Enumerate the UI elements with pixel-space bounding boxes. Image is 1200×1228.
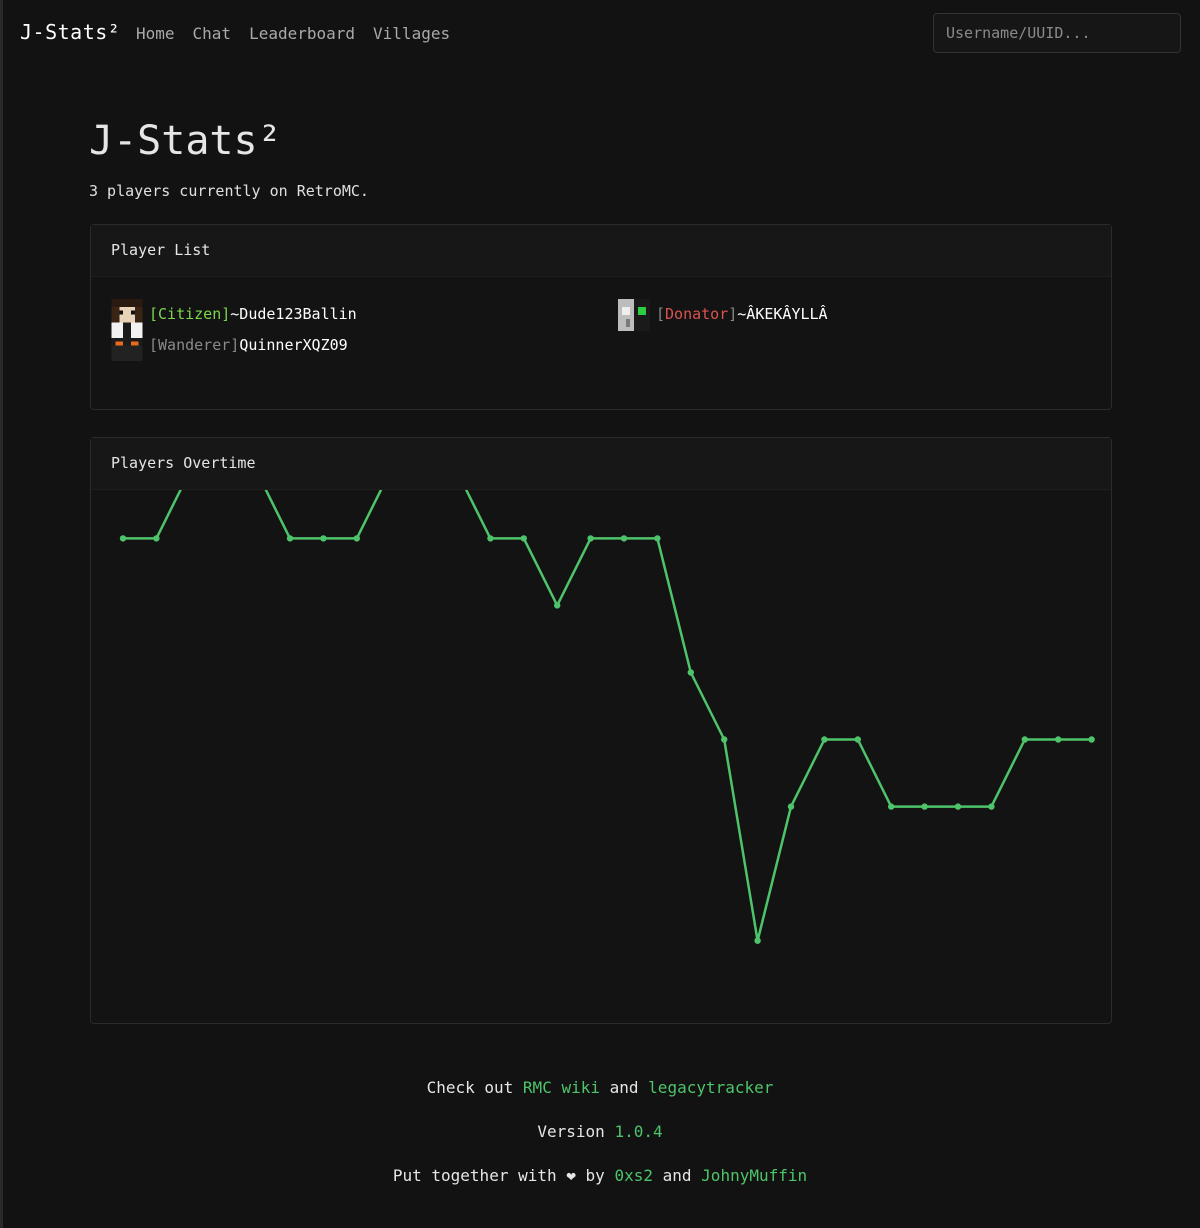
footer-by: by	[585, 1166, 605, 1185]
data-point[interactable]	[620, 535, 628, 542]
player-list-title: Player List	[91, 225, 1111, 277]
nav-links: Home Chat Leaderboard Villages	[136, 24, 450, 43]
player-entry[interactable]: [Donator]~ÂKEKÂYLLÂ	[656, 305, 828, 323]
data-point[interactable]	[1021, 736, 1028, 743]
players-chart-card: Players Overtime	[90, 437, 1112, 1024]
rank-bracket: ]	[221, 305, 231, 323]
data-point[interactable]	[787, 803, 795, 810]
series-points	[119, 535, 1095, 944]
player-group-left: [Citizen]~Dude123Ballin [Wanderer]Quinne…	[111, 299, 591, 363]
data-point[interactable]	[821, 736, 828, 743]
player-rank: Citizen	[158, 305, 222, 323]
footer-and: and	[609, 1078, 639, 1097]
data-point[interactable]	[921, 803, 928, 810]
data-point[interactable]	[721, 736, 728, 743]
author-0xs2-link[interactable]: 0xs2	[614, 1166, 653, 1185]
data-point[interactable]	[1055, 736, 1062, 743]
nav-leaderboard[interactable]: Leaderboard	[249, 24, 355, 43]
search-input[interactable]	[933, 13, 1181, 53]
page-title: J-Stats²	[89, 118, 282, 164]
data-point[interactable]	[520, 535, 527, 542]
player-list-card: Player List [Citizen]~Dude123Ballin [Wan…	[90, 224, 1112, 410]
data-point[interactable]	[754, 937, 761, 944]
data-point[interactable]	[654, 535, 661, 542]
chart-title: Players Overtime	[91, 438, 1111, 490]
data-point[interactable]	[888, 803, 895, 810]
player-avatar[interactable]	[111, 299, 143, 361]
player-rank: Wanderer	[158, 336, 231, 354]
footer-and: and	[662, 1166, 692, 1185]
footer-check-out: Check out	[426, 1078, 514, 1097]
data-point[interactable]	[988, 803, 995, 810]
heart-icon: ❤	[566, 1166, 576, 1185]
data-point[interactable]	[153, 535, 160, 542]
data-point[interactable]	[554, 602, 561, 609]
author-johnymuffin-link[interactable]: JohnyMuffin	[701, 1166, 807, 1185]
data-point[interactable]	[119, 535, 127, 542]
rank-bracket: ]	[728, 305, 738, 323]
rank-bracket: [	[149, 336, 159, 354]
data-point[interactable]	[286, 535, 294, 542]
legacytracker-link[interactable]: legacytracker	[648, 1078, 773, 1097]
player-name: ~Dude123Ballin	[230, 305, 357, 323]
rank-bracket: ]	[230, 336, 240, 354]
window-edge	[0, 0, 3, 1228]
rank-bracket: [	[149, 305, 159, 323]
data-point[interactable]	[954, 803, 962, 810]
rmc-wiki-link[interactable]: RMC wiki	[523, 1078, 600, 1097]
nav-villages[interactable]: Villages	[373, 24, 450, 43]
navbar: J-Stats² Home Chat Leaderboard Villages	[0, 0, 1200, 68]
nav-home[interactable]: Home	[136, 24, 175, 43]
version-link[interactable]: 1.0.4	[614, 1122, 662, 1141]
nav-chat[interactable]: Chat	[193, 24, 232, 43]
brand-logo[interactable]: J-Stats²	[20, 20, 120, 44]
footer-links-line: Check out RMC wiki and legacytracker	[0, 1078, 1200, 1097]
rank-bracket: [	[656, 305, 666, 323]
version-label: Version	[537, 1122, 605, 1141]
player-group-right: [Donator]~ÂKEKÂYLLÂ	[618, 299, 1098, 363]
footer-version-line: Version 1.0.4	[0, 1122, 1200, 1141]
online-count: 3 players currently on RetroMC.	[89, 182, 369, 200]
data-point[interactable]	[487, 535, 494, 542]
data-point[interactable]	[854, 736, 861, 743]
player-entry[interactable]: [Wanderer]QuinnerXQZ09	[149, 336, 348, 354]
player-name: QuinnerXQZ09	[239, 336, 348, 354]
series-line	[123, 490, 1092, 942]
footer-credits-line: Put together with ❤ by 0xs2 and JohnyMuf…	[0, 1166, 1200, 1185]
data-point[interactable]	[687, 669, 694, 676]
player-name: ~ÂKEKÂYLLÂ	[737, 305, 828, 323]
player-rank: Donator	[665, 305, 729, 323]
player-entry[interactable]: [Citizen]~Dude123Ballin	[149, 305, 357, 323]
data-point[interactable]	[320, 535, 327, 542]
data-point[interactable]	[587, 535, 594, 542]
data-point[interactable]	[353, 535, 360, 542]
players-line-chart	[119, 490, 1095, 944]
data-point[interactable]	[1088, 736, 1095, 743]
player-list: [Citizen]~Dude123Ballin [Wanderer]Quinne…	[91, 277, 1111, 407]
footer-put-together: Put together with	[392, 1166, 557, 1185]
player-avatar[interactable]	[618, 299, 650, 331]
